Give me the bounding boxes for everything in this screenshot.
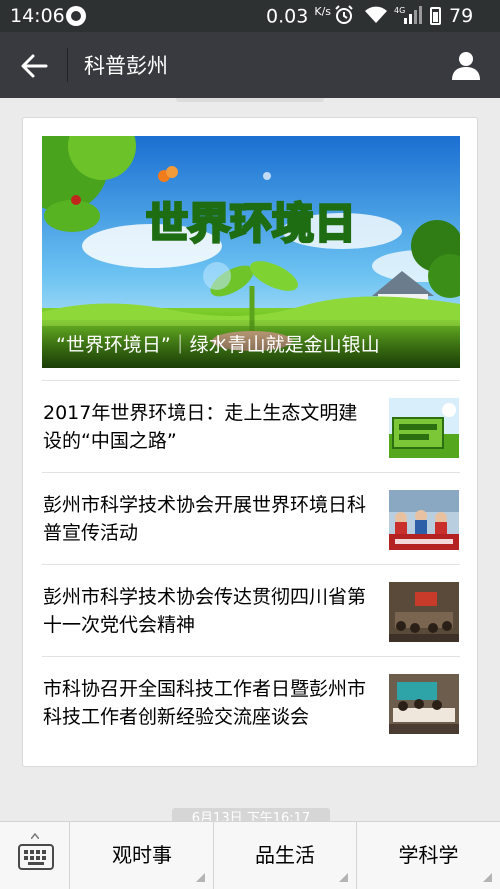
hero-image-text: 世界环境日 — [146, 199, 356, 248]
caret-up-icon — [31, 833, 39, 839]
load-more-indicator — [176, 98, 324, 102]
wechat-notification-icon — [66, 6, 86, 26]
svg-text:4G: 4G — [394, 6, 405, 15]
article-title: 2017年世界环境日：走上生态文明建设的“中国之路” — [43, 402, 358, 452]
keyboard-icon — [18, 844, 54, 870]
article-thumbnail — [389, 398, 459, 458]
status-bar: 14:06 0.03 K/s 4G 79 — [0, 0, 500, 32]
article-thumbnail — [389, 674, 459, 734]
hero-caption: “世界环境日”｜绿水青山就是金山银山 — [42, 320, 460, 368]
article-item[interactable]: 2017年世界环境日：走上生态文明建设的“中国之路” — [42, 380, 460, 472]
menu-label: 观时事 — [112, 843, 172, 867]
title-bar: 科普彭州 — [0, 32, 500, 98]
alarm-icon — [335, 5, 353, 24]
network-speed: 0.03 K/s — [266, 5, 332, 28]
page-title: 科普彭州 — [84, 54, 168, 78]
title-divider — [67, 48, 68, 82]
signal-icon: 4G — [394, 6, 422, 24]
profile-icon[interactable] — [450, 49, 482, 81]
article-item[interactable]: 彭州市科学技术协会传达贯彻四川省第十一次党代会精神 — [42, 564, 460, 656]
battery-icon — [430, 7, 441, 25]
article-title: 彭州市科学技术协会传达贯彻四川省第十一次党代会精神 — [43, 586, 367, 636]
wifi-icon — [365, 6, 387, 23]
back-arrow-icon[interactable] — [20, 52, 48, 80]
menu-science[interactable]: 学科学 — [357, 822, 500, 889]
bottom-menu: 观时事 品生活 学科学 — [0, 821, 500, 889]
article-thumbnail — [389, 490, 459, 550]
article-item[interactable]: 彭州市科学技术协会开展世界环境日科普宣传活动 — [42, 472, 460, 564]
hero-article[interactable]: 世界环境日 “世界环境日”｜绿水青山就是金山银山 — [42, 136, 460, 368]
keyboard-toggle-button[interactable] — [0, 822, 70, 889]
clock: 14:06 — [10, 5, 65, 27]
menu-label: 品生活 — [255, 843, 315, 867]
submenu-indicator-icon — [196, 873, 205, 882]
article-thumbnail — [389, 582, 459, 642]
article-card: 世界环境日 “世界环境日”｜绿水青山就是金山银山 2017年世界环境日：走上生态… — [22, 117, 478, 767]
article-title: 彭州市科学技术协会开展世界环境日科普宣传活动 — [43, 494, 367, 544]
battery-level: 79 — [449, 5, 474, 27]
submenu-indicator-icon — [483, 873, 492, 882]
menu-life[interactable]: 品生活 — [214, 822, 357, 889]
article-item[interactable]: 市科协召开全国科技工作者日暨彭州市科技工作者创新经验交流座谈会 — [42, 656, 460, 764]
submenu-indicator-icon — [339, 873, 348, 882]
menu-news[interactable]: 观时事 — [71, 822, 214, 889]
menu-label: 学科学 — [398, 843, 459, 867]
article-title: 市科协召开全国科技工作者日暨彭州市科技工作者创新经验交流座谈会 — [43, 678, 367, 728]
